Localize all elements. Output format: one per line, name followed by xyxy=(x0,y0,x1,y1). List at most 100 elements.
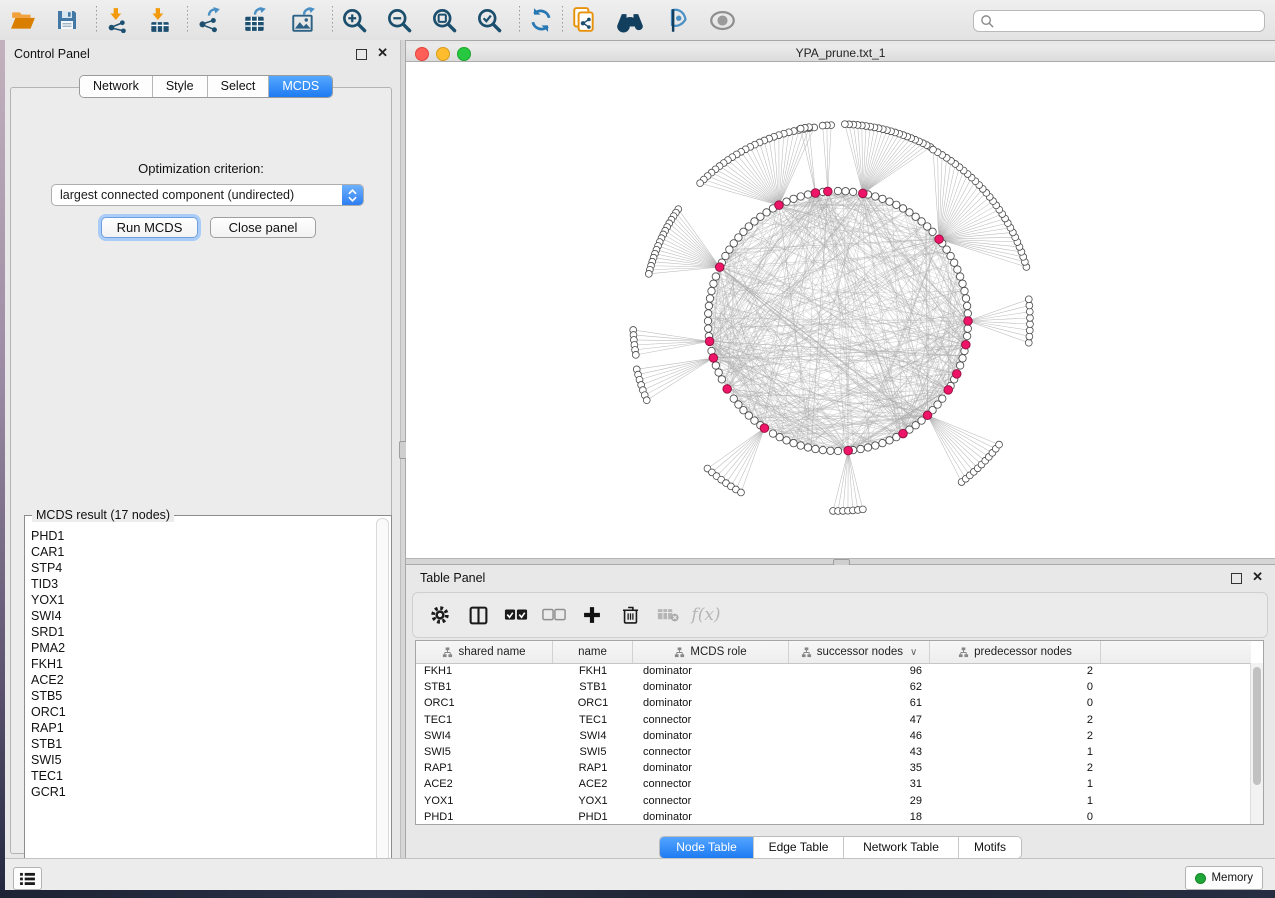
table-settings-icon[interactable] xyxy=(427,602,453,628)
table-row[interactable]: ACE2ACE2connector311 xyxy=(416,776,1251,792)
table-row[interactable]: SWI5SWI5connector431 xyxy=(416,744,1251,760)
table-row[interactable]: FKH1FKH1dominator962 xyxy=(416,663,1251,679)
tab-network[interactable]: Network xyxy=(80,76,153,97)
table-body: FKH1FKH1dominator962STB1STB1dominator620… xyxy=(416,663,1251,824)
cell-MCDS-role: connector xyxy=(633,795,789,807)
export-network-icon[interactable] xyxy=(194,5,224,35)
mcds-result-item[interactable]: SWI4 xyxy=(29,608,375,624)
mcds-result-item[interactable]: GCR1 xyxy=(29,784,375,800)
clone-network-icon[interactable] xyxy=(569,5,599,35)
criterion-dropdown[interactable]: largest connected component (undirected) xyxy=(51,184,364,206)
tab-motifs[interactable]: Motifs xyxy=(959,837,1021,858)
cell-shared-name: STB1 xyxy=(416,681,553,693)
close-panel-button[interactable]: Close panel xyxy=(210,217,316,238)
mcds-result-item[interactable]: SRD1 xyxy=(29,624,375,640)
table-row[interactable]: RAP1RAP1dominator352 xyxy=(416,760,1251,776)
tab-style[interactable]: Style xyxy=(153,76,208,97)
first-neighbors-icon[interactable] xyxy=(615,5,645,35)
table-row[interactable]: ORC1ORC1dominator610 xyxy=(416,695,1251,711)
mcds-result-item[interactable]: ACE2 xyxy=(29,672,375,688)
float-panel-icon[interactable] xyxy=(1231,573,1242,584)
mcds-result-item[interactable]: CAR1 xyxy=(29,544,375,560)
zoom-out-icon[interactable] xyxy=(384,5,414,35)
tab-select[interactable]: Select xyxy=(208,76,270,97)
tab-network-table[interactable]: Network Table xyxy=(844,837,959,858)
hide-selected-icon[interactable] xyxy=(661,5,691,35)
mcds-result-item[interactable]: TID3 xyxy=(29,576,375,592)
mcds-result-item[interactable]: YOX1 xyxy=(29,592,375,608)
show-all-icon[interactable] xyxy=(707,5,737,35)
mcds-result-item[interactable]: FKH1 xyxy=(29,656,375,672)
delete-column-icon[interactable] xyxy=(617,602,643,628)
column-header-predecessor-nodes[interactable]: predecessor nodes xyxy=(930,641,1101,663)
network-canvas[interactable] xyxy=(406,62,1275,558)
mcds-result-item[interactable]: ORC1 xyxy=(29,704,375,720)
close-panel-icon[interactable]: ✕ xyxy=(377,45,388,61)
toolbar-separator xyxy=(562,6,563,34)
show-columns-icon[interactable] xyxy=(465,602,491,628)
mcds-result-item[interactable]: STB1 xyxy=(29,736,375,752)
refresh-layout-icon[interactable] xyxy=(526,5,556,35)
network-window-titlebar[interactable]: YPA_prune.txt_1 xyxy=(406,44,1275,62)
table-row[interactable]: STB1STB1dominator620 xyxy=(416,679,1251,695)
export-image-icon[interactable] xyxy=(288,5,318,35)
scrollbar-thumb[interactable] xyxy=(1253,667,1261,785)
mcds-result-item[interactable]: PMA2 xyxy=(29,640,375,656)
table-row[interactable]: TEC1TEC1connector472 xyxy=(416,712,1251,728)
cell-successor-nodes: 46 xyxy=(789,730,930,742)
search-input[interactable] xyxy=(995,13,1264,29)
column-header-successor-nodes[interactable]: successor nodes∨ xyxy=(789,641,930,663)
cell-predecessor-nodes: 2 xyxy=(930,714,1101,726)
tab-mcds[interactable]: MCDS xyxy=(269,76,332,97)
save-session-icon[interactable] xyxy=(52,5,82,35)
mcds-result-item[interactable]: TEC1 xyxy=(29,768,375,784)
delete-table-icon xyxy=(655,602,681,628)
table-tabs: Node TableEdge TableNetwork TableMotifs xyxy=(659,836,1022,859)
cell-name: FKH1 xyxy=(553,665,633,677)
zoom-in-icon[interactable] xyxy=(339,5,369,35)
memory-button[interactable]: Memory xyxy=(1185,866,1263,890)
float-panel-icon[interactable] xyxy=(356,49,367,60)
search-box[interactable] xyxy=(973,10,1265,32)
mcds-result-list[interactable]: PHD1CAR1STP4TID3YOX1SWI4SRD1PMA2FKH1ACE2… xyxy=(29,528,375,883)
tab-edge-table[interactable]: Edge Table xyxy=(754,837,844,858)
close-panel-icon[interactable]: ✕ xyxy=(1252,569,1263,585)
column-header-name[interactable]: name xyxy=(553,641,633,663)
column-header-MCDS-role[interactable]: MCDS role xyxy=(633,641,789,663)
open-file-icon[interactable] xyxy=(8,5,38,35)
column-label: shared name xyxy=(458,646,525,658)
export-table-icon[interactable] xyxy=(240,5,270,35)
task-history-button[interactable] xyxy=(13,867,42,890)
tab-node-table[interactable]: Node Table xyxy=(660,837,754,858)
mcds-result-item[interactable]: STB5 xyxy=(29,688,375,704)
select-all-icon[interactable] xyxy=(503,602,529,628)
mcds-result-item[interactable]: RAP1 xyxy=(29,720,375,736)
function-builder-icon: f(x) xyxy=(693,602,719,628)
import-network-icon[interactable] xyxy=(103,5,133,35)
table-panel: Table Panel ✕ xyxy=(406,565,1275,858)
cell-predecessor-nodes: 2 xyxy=(930,762,1101,774)
mcds-result-item[interactable]: PHD1 xyxy=(29,528,375,544)
column-header-shared-name[interactable]: shared name xyxy=(416,641,553,663)
node-table: shared name nameMCDS rolesuccessor nodes∨… xyxy=(415,640,1264,825)
cell-name: RAP1 xyxy=(553,762,633,774)
mcds-result-item[interactable]: SWI5 xyxy=(29,752,375,768)
sort-descending-icon: ∨ xyxy=(910,647,917,658)
table-row[interactable]: PHD1PHD1dominator180 xyxy=(416,809,1251,824)
table-scrollbar[interactable] xyxy=(1250,663,1263,824)
mcds-list-scrollbar[interactable] xyxy=(376,518,389,885)
cytoscape-app: Control Panel ✕ NetworkStyleSelectMCDS O… xyxy=(0,0,1275,898)
horizontal-splitter[interactable] xyxy=(406,558,1275,565)
table-row[interactable]: SWI4SWI4dominator462 xyxy=(416,728,1251,744)
cell-predecessor-nodes: 0 xyxy=(930,697,1101,709)
import-table-icon[interactable] xyxy=(145,5,175,35)
cell-MCDS-role: connector xyxy=(633,746,789,758)
mcds-result-item[interactable]: STP4 xyxy=(29,560,375,576)
deselect-all-icon[interactable] xyxy=(541,602,567,628)
cell-successor-nodes: 62 xyxy=(789,681,930,693)
zoom-fit-icon[interactable] xyxy=(429,5,459,35)
zoom-selected-icon[interactable] xyxy=(474,5,504,35)
run-mcds-button[interactable]: Run MCDS xyxy=(101,217,198,238)
create-column-icon[interactable] xyxy=(579,602,605,628)
table-row[interactable]: YOX1YOX1connector291 xyxy=(416,793,1251,809)
